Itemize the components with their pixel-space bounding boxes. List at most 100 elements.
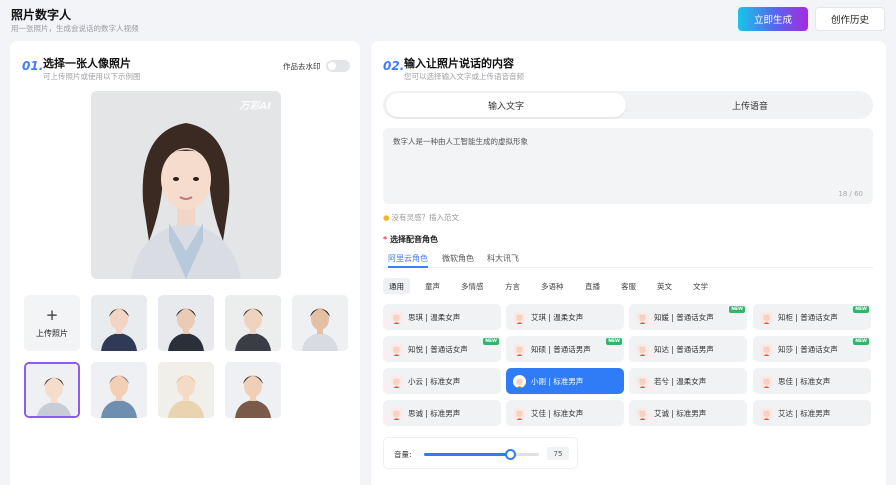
- female-avatar-icon: [760, 310, 773, 324]
- voice-category-chip[interactable]: 方言: [499, 278, 526, 294]
- example-portrait-thumb[interactable]: [225, 295, 281, 351]
- voice-option[interactable]: 艾诚 | 标准男声: [629, 400, 747, 426]
- voice-option[interactable]: 知媛 | 普通话女声 NEW: [629, 304, 747, 330]
- voice-category-chip[interactable]: 直播: [579, 278, 606, 294]
- voice-option-label: 若兮 | 温柔女声: [654, 376, 707, 386]
- voice-option-label: 艾达 | 标准男声: [778, 408, 831, 418]
- voice-option[interactable]: 知硕 | 普通话男声 NEW: [506, 336, 624, 362]
- voice-option[interactable]: 思诚 | 标准男声: [383, 400, 501, 426]
- photo-watermark: 万彩AI: [239, 101, 271, 112]
- volume-label: 音量:: [394, 450, 412, 459]
- example-portrait-thumb[interactable]: [91, 295, 147, 351]
- voice-option[interactable]: 若兮 | 温柔女声: [629, 368, 747, 394]
- example-portrait-thumb[interactable]: [158, 295, 214, 351]
- portrait-thumb-image: [225, 362, 281, 418]
- input-mode-tabs: 输入文字 上传语音: [383, 91, 873, 119]
- voice-category-chip[interactable]: 英文: [651, 278, 678, 294]
- voice-option[interactable]: 思琪 | 温柔女声: [383, 304, 501, 330]
- selected-portrait: 万彩AI: [91, 91, 281, 279]
- female-avatar-icon: [513, 406, 526, 420]
- photo-panel: 01. 选择一张人像照片 可上传照片或使用以下示例图 作品去水印 万彩AI + …: [10, 41, 360, 485]
- voice-category-chip[interactable]: 童声: [419, 278, 446, 294]
- new-badge: NEW: [483, 338, 499, 345]
- female-avatar-icon: [390, 310, 403, 324]
- portrait-thumb-image: [225, 295, 281, 351]
- voice-option-label: 小云 | 标准女声: [408, 376, 461, 386]
- step-number: 01.: [22, 59, 44, 73]
- male-avatar-icon: [513, 374, 526, 388]
- example-portrait-thumb[interactable]: [225, 362, 281, 418]
- volume-value[interactable]: 75: [547, 447, 569, 460]
- female-avatar-icon: [760, 374, 773, 388]
- speech-text-input[interactable]: 数字人是一种由人工智能生成的虚拟形象 18 / 60: [383, 128, 873, 204]
- voice-option[interactable]: 思佳 | 标准女声: [753, 368, 871, 394]
- example-portrait-thumb[interactable]: [91, 362, 147, 418]
- example-portrait-thumb[interactable]: [24, 362, 80, 418]
- voice-option[interactable]: 小云 | 标准女声: [383, 368, 501, 394]
- insert-sample-link[interactable]: ● 没有灵感？插入范文: [383, 212, 459, 223]
- portrait-thumb-image: [292, 295, 348, 351]
- voice-option-label: 思诚 | 标准男声: [408, 408, 461, 418]
- tab-aliyun-voices[interactable]: 阿里云角色: [388, 253, 428, 264]
- example-portrait-thumb[interactable]: [292, 295, 348, 351]
- voice-category-chip[interactable]: 文学: [687, 278, 714, 294]
- watermark-toggle[interactable]: [326, 60, 350, 72]
- portrait-thumb-image: [91, 362, 147, 418]
- voice-option-label: 艾诚 | 标准男声: [654, 408, 707, 418]
- voice-option[interactable]: 艾琪 | 温柔女声: [506, 304, 624, 330]
- voice-option[interactable]: 小刚 | 标准男声: [506, 368, 624, 394]
- voice-option[interactable]: 知达 | 普通话男声: [629, 336, 747, 362]
- speech-text-value: 数字人是一种由人工智能生成的虚拟形象: [393, 137, 528, 146]
- male-avatar-icon: [636, 342, 649, 356]
- portrait-illustration: [91, 91, 281, 279]
- step-number: 02.: [383, 59, 405, 73]
- tab-upload-audio[interactable]: 上传语音: [630, 93, 870, 117]
- example-portrait-thumb[interactable]: [158, 362, 214, 418]
- section-title: 选择一张人像照片: [43, 57, 131, 70]
- voice-option-label: 知莎 | 普通话女声: [778, 344, 838, 354]
- generate-button[interactable]: 立即生成: [738, 7, 808, 31]
- history-button[interactable]: 创作历史: [815, 7, 885, 31]
- voice-tabs-divider: [383, 267, 873, 268]
- voice-category-chip[interactable]: 多情感: [455, 278, 490, 294]
- watermark-label: 作品去水印: [283, 62, 321, 71]
- section-subtitle: 可上传照片或使用以下示例图: [43, 72, 141, 81]
- male-avatar-icon: [513, 342, 526, 356]
- volume-fill: [424, 453, 511, 456]
- portrait-thumb-image: [91, 295, 147, 351]
- upload-photo-button[interactable]: + 上传照片: [24, 295, 80, 351]
- required-mark: *: [383, 235, 388, 244]
- female-avatar-icon: [760, 342, 773, 356]
- voice-option[interactable]: 知莎 | 普通话女声 NEW: [753, 336, 871, 362]
- voice-category-chip[interactable]: 客服: [615, 278, 642, 294]
- female-avatar-icon: [390, 374, 403, 388]
- char-counter: 18 / 60: [838, 190, 863, 198]
- female-avatar-icon: [636, 374, 649, 388]
- male-avatar-icon: [636, 406, 649, 420]
- female-avatar-icon: [636, 310, 649, 324]
- voice-option-label: 知硕 | 普通话男声: [531, 344, 591, 354]
- portrait-thumb-image: [158, 295, 214, 351]
- tab-iflytek-voices[interactable]: 科大讯飞: [487, 253, 519, 264]
- voice-option-label: 知媛 | 普通话女声: [654, 312, 714, 322]
- voice-option[interactable]: 艾佳 | 标准女声: [506, 400, 624, 426]
- voice-category-chip[interactable]: 通用: [383, 278, 410, 294]
- section-subtitle: 您可以选择输入文字或上传语音音频: [404, 72, 524, 81]
- page-subtitle: 用一张照片，生成会说话的数字人视频: [11, 24, 139, 33]
- voice-section-title: * 选择配音角色: [383, 234, 438, 245]
- tab-text-input[interactable]: 输入文字: [386, 93, 626, 117]
- new-badge: NEW: [729, 306, 745, 313]
- voice-category-chip[interactable]: 多语种: [535, 278, 570, 294]
- volume-slider[interactable]: [424, 449, 539, 460]
- voice-option[interactable]: 知悦 | 普通话女声 NEW: [383, 336, 501, 362]
- voice-option[interactable]: 艾达 | 标准男声: [753, 400, 871, 426]
- new-badge: NEW: [853, 338, 869, 345]
- voice-option[interactable]: 知柜 | 普通话女声 NEW: [753, 304, 871, 330]
- content-panel: 02. 输入让照片说话的内容 您可以选择输入文字或上传语音音频 输入文字 上传语…: [371, 41, 886, 485]
- voice-option-label: 思琪 | 温柔女声: [408, 312, 461, 322]
- new-badge: NEW: [606, 338, 622, 345]
- tab-microsoft-voices[interactable]: 微软角色: [442, 253, 474, 264]
- voice-option-label: 知柜 | 普通话女声: [778, 312, 838, 322]
- volume-handle[interactable]: [505, 449, 517, 460]
- lightbulb-icon: ●: [383, 213, 390, 222]
